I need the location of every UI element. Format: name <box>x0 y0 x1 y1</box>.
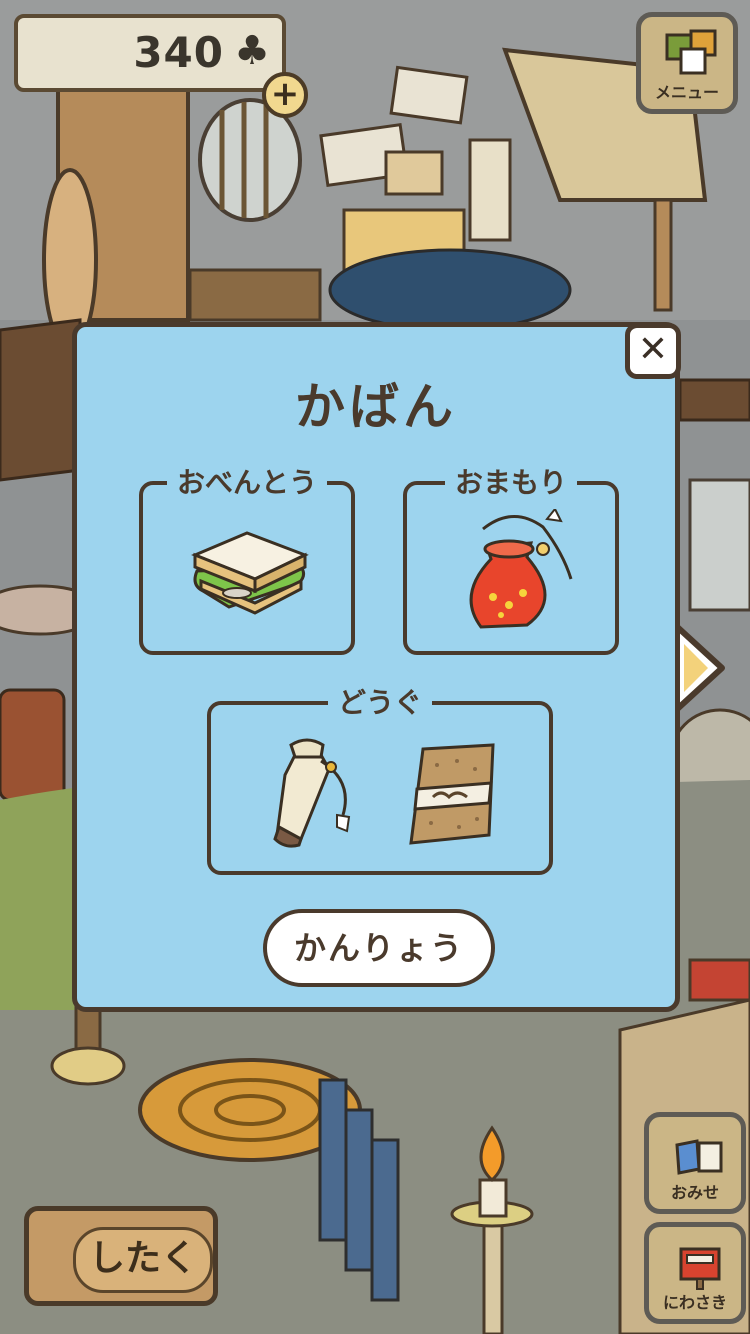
garden-mailbox-icon <box>679 1247 721 1290</box>
dougu-slot-label: どうぐ <box>327 686 432 719</box>
bento-slot[interactable]: おべんとう <box>139 466 355 655</box>
close-button[interactable]: ✕ <box>625 323 681 379</box>
menu-button[interactable]: メニュー <box>636 12 738 114</box>
prepare-label: したく <box>73 1227 213 1293</box>
bag-modal: かばん ✕ おべんとう おまもり どうぐ かんりょう <box>72 322 681 1012</box>
clover-count: 340 <box>133 28 224 77</box>
modal-title: かばん <box>295 378 457 436</box>
omamori-slot[interactable]: おまもり <box>403 466 619 655</box>
add-clover-button[interactable]: + <box>262 72 308 118</box>
garden-button[interactable]: にわさき <box>644 1222 746 1324</box>
close-icon: ✕ <box>637 329 669 370</box>
bento-slot-label: おべんとう <box>166 466 327 499</box>
menu-cards-icon <box>665 29 717 75</box>
confirm-button[interactable]: かんりょう <box>263 909 495 987</box>
clover-counter: 340 ♣ <box>14 14 286 92</box>
shop-label: おみせ <box>670 1183 719 1202</box>
bottle-icon <box>273 738 351 848</box>
clover-icon: ♣ <box>234 28 270 74</box>
towel-icon <box>409 743 495 845</box>
omamori-slot-label: おまもり <box>444 466 577 499</box>
garden-label: にわさき <box>662 1293 727 1312</box>
sandwich-icon <box>191 531 309 615</box>
shop-bags-icon <box>675 1139 723 1175</box>
shop-button[interactable]: おみせ <box>644 1112 746 1214</box>
plus-icon: + <box>270 74 300 114</box>
dougu-slot[interactable]: どうぐ <box>207 686 553 875</box>
menu-label: メニュー <box>654 83 719 102</box>
prepare-button[interactable]: したく <box>24 1206 218 1306</box>
charm-pouch-icon <box>469 509 573 629</box>
